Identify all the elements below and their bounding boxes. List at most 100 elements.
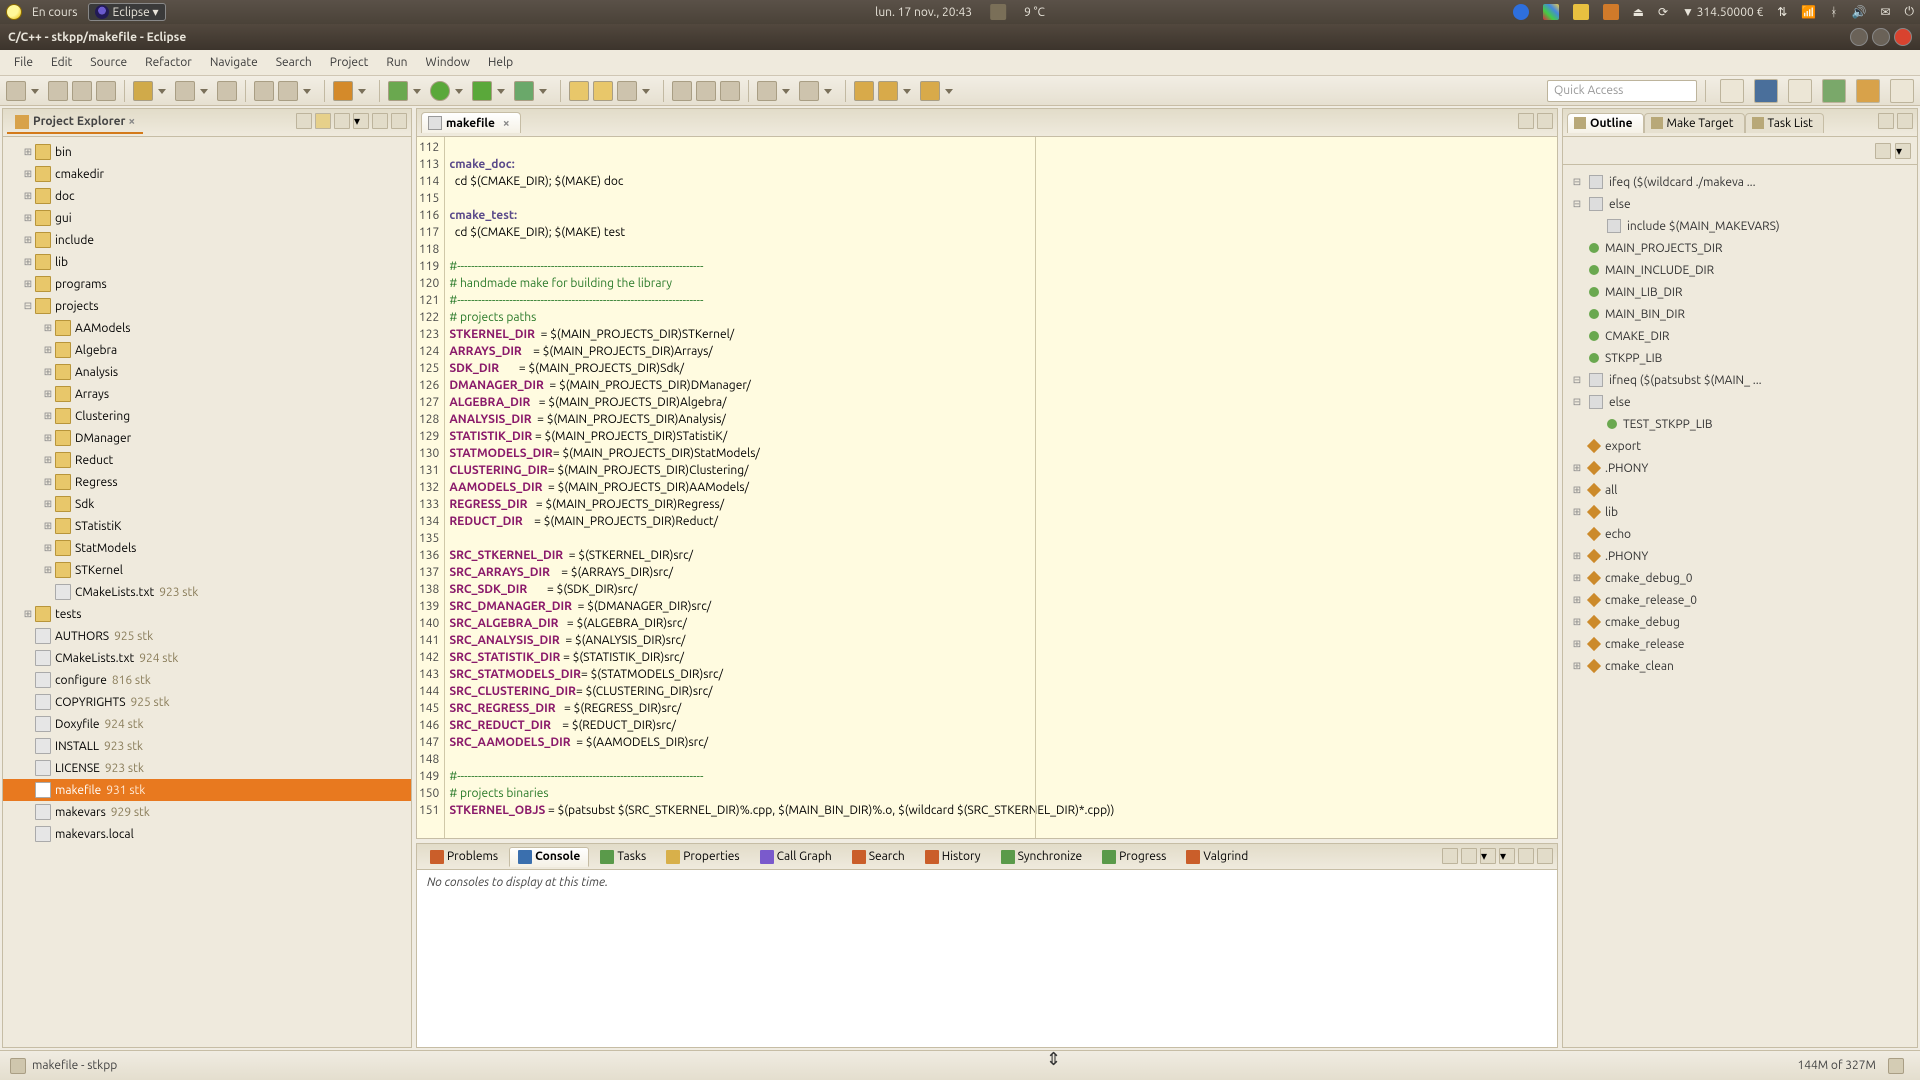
- sysbar-active-app[interactable]: Eclipse ▾: [88, 3, 166, 21]
- tree-item-projects[interactable]: ⊟projects: [3, 295, 411, 317]
- debug-button[interactable]: [388, 81, 408, 101]
- outline-expander-icon[interactable]: ⊟: [1571, 198, 1583, 210]
- tree-expander-icon[interactable]: ⊞: [41, 454, 55, 466]
- tree-expander-icon[interactable]: ⊞: [21, 146, 35, 158]
- perspective-resource[interactable]: [1856, 79, 1880, 103]
- gc-button[interactable]: [1888, 1058, 1904, 1074]
- menu-search[interactable]: Search: [268, 54, 320, 71]
- tree-item-makevars[interactable]: makevars929 stk: [3, 801, 411, 823]
- tree-expander-icon[interactable]: ⊞: [21, 190, 35, 202]
- outline-tab-task-list[interactable]: Task List: [1745, 113, 1824, 133]
- menu-help[interactable]: Help: [480, 54, 521, 71]
- window-maximize-button[interactable]: [1872, 28, 1890, 46]
- tree-expander-icon[interactable]: ⊞: [41, 432, 55, 444]
- outline-item[interactable]: ⊞cmake_debug: [1563, 611, 1917, 633]
- tree-item-install[interactable]: INSTALL923 stk: [3, 735, 411, 757]
- view-menu-button[interactable]: ▾: [353, 113, 369, 129]
- outline-item[interactable]: ⊞.PHONY: [1563, 457, 1917, 479]
- prev-annotation-button[interactable]: [757, 81, 777, 101]
- tree-item-include[interactable]: ⊞include: [3, 229, 411, 251]
- last-edit-button[interactable]: [854, 81, 874, 101]
- tree-item-gui[interactable]: ⊞gui: [3, 207, 411, 229]
- tree-item-bin[interactable]: ⊞bin: [3, 141, 411, 163]
- outline-item[interactable]: CMAKE_DIR: [1563, 325, 1917, 347]
- save-all-button[interactable]: [72, 81, 92, 101]
- minimize-bottom-button[interactable]: [1518, 848, 1534, 864]
- display-selected-button[interactable]: [1461, 848, 1477, 864]
- tree-item-dmanager[interactable]: ⊞DManager: [3, 427, 411, 449]
- outline-expander-icon[interactable]: ⊟: [1571, 396, 1583, 408]
- project-explorer-tab[interactable]: Project Explorer ×: [7, 112, 143, 134]
- minimize-editor-button[interactable]: [1518, 113, 1534, 129]
- tree-item-cmakelists-txt[interactable]: CMakeLists.txt923 stk: [3, 581, 411, 603]
- step-button[interactable]: [672, 81, 692, 101]
- nav-forward-button[interactable]: [920, 81, 940, 101]
- tree-expander-icon[interactable]: ⊞: [41, 366, 55, 378]
- outline-item[interactable]: export: [1563, 435, 1917, 457]
- bottom-tab-valgrind[interactable]: Valgrind: [1177, 847, 1257, 867]
- open-perspective-button[interactable]: [1720, 79, 1744, 103]
- maximize-view-button[interactable]: [391, 113, 407, 129]
- outline-item[interactable]: STKPP_LIB: [1563, 347, 1917, 369]
- step3-button[interactable]: [720, 81, 740, 101]
- perspective-cpp[interactable]: [1754, 79, 1778, 103]
- outline-expander-icon[interactable]: ⊞: [1571, 462, 1583, 474]
- print-button[interactable]: [96, 81, 116, 101]
- bottom-tab-progress[interactable]: Progress: [1093, 847, 1175, 867]
- tree-expander-icon[interactable]: ⊞: [21, 256, 35, 268]
- tree-item-tests[interactable]: ⊞tests: [3, 603, 411, 625]
- tree-expander-icon[interactable]: ⊞: [21, 212, 35, 224]
- outline-expander-icon[interactable]: ⊟: [1571, 176, 1583, 188]
- tray-power-icon[interactable]: ⏻: [1905, 5, 1915, 19]
- menu-source[interactable]: Source: [82, 54, 135, 71]
- outline-item[interactable]: ⊞cmake_release_0: [1563, 589, 1917, 611]
- bottom-tab-tasks[interactable]: Tasks: [591, 847, 655, 867]
- profile-dropdown[interactable]: [496, 86, 506, 96]
- outline-item[interactable]: MAIN_LIB_DIR: [1563, 281, 1917, 303]
- new-button[interactable]: [6, 81, 26, 101]
- sysbar-clock[interactable]: lun. 17 nov., 20:43: [875, 6, 972, 19]
- tree-item-makevars-local[interactable]: makevars.local: [3, 823, 411, 845]
- menu-edit[interactable]: Edit: [43, 54, 80, 71]
- window-close-button[interactable]: [1894, 28, 1912, 46]
- sysbar-weather[interactable]: 9 °C: [1024, 6, 1045, 19]
- debug-dropdown[interactable]: [412, 86, 422, 96]
- maximize-outline-button[interactable]: [1897, 113, 1913, 129]
- outline-expander-icon[interactable]: ⊞: [1571, 550, 1583, 562]
- outline-expander-icon[interactable]: ⊞: [1571, 506, 1583, 518]
- tray-volume-icon[interactable]: 🔊: [1851, 5, 1866, 19]
- outline-item[interactable]: include $(MAIN_MAKEVARS): [1563, 215, 1917, 237]
- run-dropdown[interactable]: [454, 86, 464, 96]
- open-console-button[interactable]: ▾: [1480, 848, 1496, 864]
- menu-project[interactable]: Project: [322, 54, 377, 71]
- tree-item-makefile[interactable]: makefile931 stk: [3, 779, 411, 801]
- tree-expander-icon[interactable]: ⊞: [41, 410, 55, 422]
- collapse-all-button[interactable]: [296, 113, 312, 129]
- outline-item[interactable]: echo: [1563, 523, 1917, 545]
- tray-bluetooth-icon[interactable]: ᚼ: [1830, 6, 1837, 19]
- tree-expander-icon[interactable]: ⊞: [21, 278, 35, 290]
- tree-item-configure[interactable]: configure816 stk: [3, 669, 411, 691]
- close-icon[interactable]: ×: [128, 115, 135, 128]
- project-tree[interactable]: ⊞bin⊞cmakedir⊞doc⊞gui⊞include⊞lib⊞progra…: [3, 137, 411, 851]
- coverage-dropdown[interactable]: [538, 86, 548, 96]
- coverage-button[interactable]: [514, 81, 534, 101]
- outline-item[interactable]: ⊞cmake_release: [1563, 633, 1917, 655]
- new-class-dropdown[interactable]: [357, 86, 367, 96]
- outline-expander-icon[interactable]: ⊞: [1571, 572, 1583, 584]
- hammer-button[interactable]: [175, 81, 195, 101]
- window-minimize-button[interactable]: [1850, 28, 1868, 46]
- wand-button[interactable]: [254, 81, 274, 101]
- search-button[interactable]: [617, 81, 637, 101]
- tree-item-lib[interactable]: ⊞lib: [3, 251, 411, 273]
- tree-item-license[interactable]: LICENSE923 stk: [3, 757, 411, 779]
- tree-item-programs[interactable]: ⊞programs: [3, 273, 411, 295]
- bottom-tab-properties[interactable]: Properties: [657, 847, 748, 867]
- save-button[interactable]: [48, 81, 68, 101]
- tree-expander-icon[interactable]: ⊞: [41, 476, 55, 488]
- bottom-tab-console[interactable]: Console: [509, 847, 589, 867]
- close-tab-icon[interactable]: ×: [503, 117, 510, 130]
- tree-expander-icon[interactable]: ⊞: [41, 322, 55, 334]
- bottom-tab-search[interactable]: Search: [843, 847, 914, 867]
- outline-item[interactable]: ⊞lib: [1563, 501, 1917, 523]
